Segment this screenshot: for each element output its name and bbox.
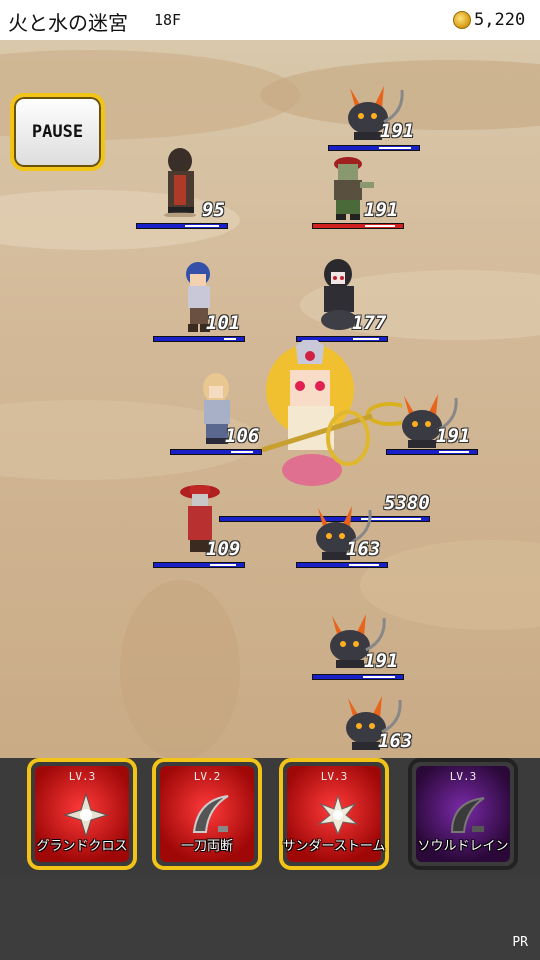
ally-hp-bar (153, 562, 245, 568)
dune (120, 580, 240, 758)
skill-name: ソウルドレイン (417, 839, 509, 854)
blade-slash-icon (192, 795, 229, 833)
coin-count: 5,220 (474, 10, 526, 30)
ally-hp-value: 101 (206, 312, 241, 334)
skill-grand-cross-button[interactable]: LV.3 グランドクロス (27, 758, 137, 870)
floor-indicator: 18F (154, 11, 182, 29)
boss-hp-value: 5380 (384, 492, 430, 514)
hooded-mage-sprite (164, 148, 196, 217)
ally-hp-bar (136, 223, 228, 229)
cross-burst-icon (63, 792, 109, 838)
pr-label: PR (512, 935, 528, 950)
battle-field: PAUSE 95 101 106 109 191 191 177 191 538… (0, 40, 540, 758)
enemy-hp-value: 177 (352, 312, 387, 334)
enemy-hp-bar (296, 562, 388, 568)
skill-name: サンダーストーム (282, 839, 386, 854)
skill-one-slash-button[interactable]: LV.2 一刀両断 (152, 758, 262, 870)
skill-level: LV.3 (320, 770, 348, 783)
enemy-hp-value: 163 (378, 730, 413, 752)
skill-soul-drain-button[interactable]: LV.3 ソウルドレイン (408, 758, 518, 870)
enemy-hp-value: 191 (380, 120, 415, 142)
enemy-hp-bar (312, 223, 404, 229)
ally-hp-value: 95 (202, 199, 225, 221)
coin-icon (453, 11, 471, 29)
ad-banner[interactable]: PR (0, 876, 540, 960)
enemy-hp-bar (328, 145, 420, 151)
enemy-hp-value: 191 (364, 199, 399, 221)
dungeon-name: 火と水の迷宮 (8, 11, 128, 35)
soul-scythe-icon (450, 797, 485, 833)
ally-hp-value: 109 (206, 538, 241, 560)
golden-goddess-sprite (261, 340, 402, 486)
skill-bar: LV.3 グランドクロス LV.2 一刀両断 LV.3 サンダーストーム LV.… (0, 758, 540, 876)
enemy-hp-value: 191 (436, 425, 471, 447)
skill-name: グランドクロス (36, 839, 128, 854)
ally-hp-bar (170, 449, 262, 455)
skill-thunder-storm-button[interactable]: LV.3 サンダーストーム (279, 758, 389, 870)
enemy-hp-bar (312, 674, 404, 680)
pause-button[interactable]: PAUSE (10, 93, 105, 171)
ally-hp-bar (153, 336, 245, 342)
skill-level: LV.3 (68, 770, 96, 783)
skill-level: LV.3 (449, 770, 477, 783)
enemy-hp-value: 163 (346, 538, 381, 560)
skill-name: 一刀両断 (180, 839, 233, 854)
enemy-hp-value: 191 (364, 650, 399, 672)
top-bar: 火と水の迷宮 18F 5,220 (0, 0, 540, 41)
thunder-burst-icon (317, 794, 359, 836)
skill-level: LV.2 (193, 770, 221, 783)
